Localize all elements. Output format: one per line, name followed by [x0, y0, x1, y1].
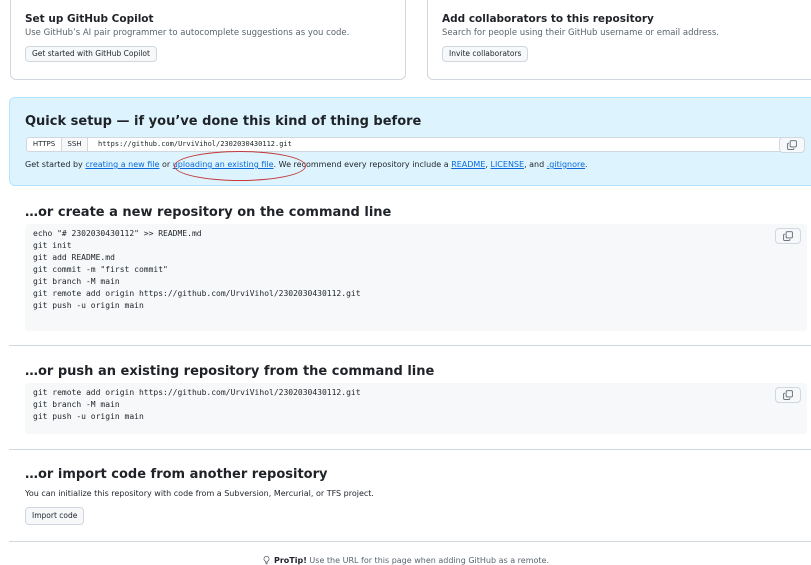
section-divider	[9, 541, 811, 542]
code-line: git remote add origin https://github.com…	[33, 289, 361, 298]
code-line: git branch -M main	[33, 277, 120, 286]
copy-new-repo-button[interactable]	[775, 228, 801, 244]
ssh-toggle[interactable]: SSH	[61, 137, 88, 152]
import-title: …or import code from another repository	[25, 467, 328, 482]
collaborators-description: Search for people using their GitHub use…	[442, 28, 719, 38]
copilot-card: Set up GitHub Copilot Use GitHub’s AI pa…	[10, 0, 406, 80]
creating-new-file-link[interactable]: creating a new file	[85, 160, 159, 169]
help-text: or	[159, 160, 173, 169]
new-repo-code-block: echo "# 2302030430112" >> README.md git …	[25, 224, 807, 331]
code-line: git branch -M main	[33, 400, 120, 409]
gitignore-link[interactable]: .gitignore	[547, 160, 585, 169]
copy-push-existing-button[interactable]	[775, 387, 801, 403]
help-text: Get started by	[25, 160, 86, 169]
https-toggle[interactable]: HTTPS	[26, 137, 62, 152]
light-bulb-icon	[263, 555, 270, 565]
copy-icon	[787, 140, 797, 150]
code-line: git init	[33, 241, 72, 250]
code-line: echo "# 2302030430112" >> README.md	[33, 229, 202, 238]
code-line: git remote add origin https://github.com…	[33, 388, 361, 397]
code-line: git add README.md	[33, 253, 115, 262]
copy-url-button[interactable]	[779, 137, 805, 153]
readme-link[interactable]: README	[451, 160, 485, 169]
code-line: git push -u origin main	[33, 412, 144, 421]
copy-icon	[783, 231, 793, 241]
collaborators-card: Add collaborators to this repository Sea…	[427, 0, 811, 80]
quick-setup-title: Quick setup — if you’ve done this kind o…	[25, 114, 422, 129]
section-divider	[9, 449, 811, 450]
quick-setup-panel: Quick setup — if you’ve done this kind o…	[9, 97, 811, 186]
help-text: . We recommend every repository include …	[273, 160, 452, 169]
help-text: , and	[524, 160, 547, 169]
copilot-title: Set up GitHub Copilot	[25, 13, 154, 25]
protip: ProTip! Use the URL for this page when a…	[0, 555, 811, 565]
import-code-button[interactable]: Import code	[25, 507, 85, 525]
protip-label: ProTip!	[274, 556, 307, 565]
protip-text: Use the URL for this page when adding Gi…	[306, 556, 549, 565]
copilot-description: Use GitHub’s AI pair programmer to autoc…	[25, 28, 350, 38]
uploading-existing-file-link[interactable]: uploading an existing file	[173, 160, 274, 169]
clone-url-input[interactable]: https://github.com/UrviVihol/23020304301…	[88, 137, 782, 152]
help-text: .	[585, 160, 588, 169]
code-line: git commit -m "first commit"	[33, 265, 168, 274]
new-repo-title: …or create a new repository on the comma…	[25, 205, 392, 220]
push-existing-code-block: git remote add origin https://github.com…	[25, 383, 807, 434]
get-started-help: Get started by creating a new file or up…	[25, 160, 588, 169]
license-link[interactable]: LICENSE	[490, 160, 524, 169]
import-description: You can initialize this repository with …	[25, 489, 374, 498]
copy-icon	[783, 390, 793, 400]
get-started-copilot-button[interactable]: Get started with GitHub Copilot	[25, 46, 157, 62]
code-line: git push -u origin main	[33, 301, 144, 310]
invite-collaborators-button[interactable]: Invite collaborators	[442, 46, 529, 62]
section-divider	[9, 345, 811, 346]
push-existing-title: …or push an existing repository from the…	[25, 364, 435, 379]
collaborators-title: Add collaborators to this repository	[442, 13, 654, 25]
